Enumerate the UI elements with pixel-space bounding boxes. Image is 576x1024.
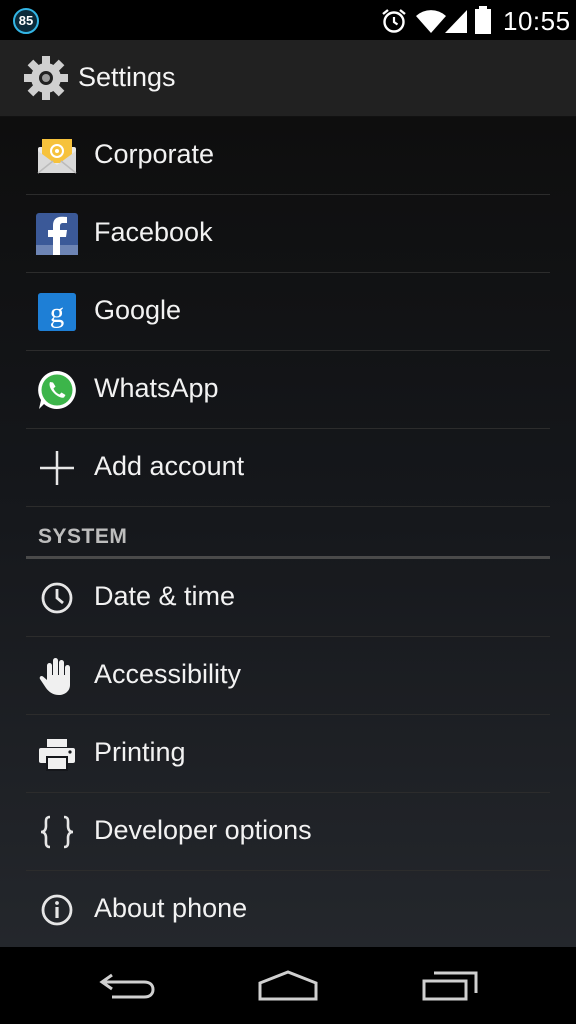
signal-icon bbox=[445, 10, 467, 33]
action-bar: Settings bbox=[0, 40, 576, 117]
alarm-icon bbox=[382, 9, 406, 33]
notification-badge[interactable]: 85 bbox=[13, 8, 39, 34]
account-label: WhatsApp bbox=[94, 373, 219, 403]
settings-item-printing[interactable]: Printing bbox=[26, 715, 550, 793]
account-label: Corporate bbox=[94, 139, 215, 169]
status-clock: 10:55 bbox=[503, 6, 571, 36]
settings-item-date-time[interactable]: Date & time bbox=[26, 559, 550, 637]
printer-icon bbox=[39, 739, 75, 771]
account-label: Add account bbox=[94, 451, 245, 481]
hand-icon bbox=[39, 658, 70, 695]
battery-icon bbox=[475, 6, 491, 34]
braces-icon bbox=[40, 815, 74, 849]
settings-item-about-phone[interactable]: About phone bbox=[26, 871, 550, 948]
navigation-bar bbox=[0, 947, 576, 1024]
account-item-google[interactable]: g Google bbox=[26, 273, 550, 351]
settings-item-accessibility[interactable]: Accessibility bbox=[26, 637, 550, 715]
plus-icon bbox=[40, 451, 74, 485]
google-icon: g bbox=[38, 293, 76, 331]
gear-icon[interactable] bbox=[22, 54, 70, 102]
settings-item-developer-options[interactable]: Developer options bbox=[26, 793, 550, 871]
settings-item-label: Developer options bbox=[94, 815, 312, 845]
back-icon[interactable] bbox=[98, 969, 158, 1003]
svg-text:g: g bbox=[50, 297, 64, 329]
info-icon bbox=[41, 894, 73, 926]
clock-icon bbox=[41, 582, 73, 614]
account-label: Google bbox=[94, 295, 182, 325]
settings-item-label: Accessibility bbox=[94, 659, 242, 689]
wifi-icon bbox=[416, 10, 446, 33]
whatsapp-icon bbox=[38, 371, 76, 409]
corporate-email-icon bbox=[37, 139, 77, 174]
account-label: Facebook bbox=[94, 217, 213, 247]
home-icon[interactable] bbox=[256, 969, 320, 1003]
settings-item-label: Printing bbox=[94, 737, 186, 767]
settings-item-label: Date & time bbox=[94, 581, 236, 611]
settings-list: Corporate Facebook g Google WhatsApp Add… bbox=[0, 117, 576, 947]
account-item-corporate[interactable]: Corporate bbox=[26, 117, 550, 195]
facebook-icon bbox=[36, 213, 78, 255]
status-bar: 85 10:55 bbox=[0, 0, 576, 40]
section-header-system: SYSTEM bbox=[26, 520, 550, 559]
account-item-whatsapp[interactable]: WhatsApp bbox=[26, 351, 550, 429]
add-account-item[interactable]: Add account bbox=[26, 429, 550, 507]
account-item-facebook[interactable]: Facebook bbox=[26, 195, 550, 273]
recents-icon[interactable] bbox=[420, 969, 480, 1003]
section-header-label: SYSTEM bbox=[38, 525, 128, 548]
page-title: Settings bbox=[78, 62, 176, 92]
settings-item-label: About phone bbox=[94, 893, 248, 923]
